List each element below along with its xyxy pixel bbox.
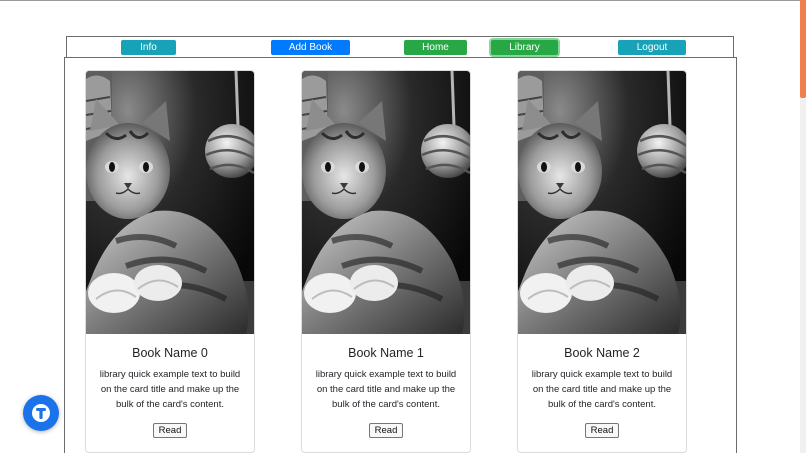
book-card: Book Name 1 library quick example text t… (301, 70, 471, 453)
read-button[interactable]: Read (153, 423, 187, 438)
book-cover-image (302, 71, 470, 334)
library-button[interactable]: Library (491, 40, 558, 55)
assistant-fab-button[interactable] (23, 395, 59, 431)
book-title: Book Name 2 (564, 346, 640, 360)
book-cover-image (86, 71, 254, 334)
assistant-logo-icon (32, 404, 50, 422)
info-button[interactable]: Info (121, 40, 176, 55)
logout-button[interactable]: Logout (618, 40, 686, 55)
book-title: Book Name 1 (348, 346, 424, 360)
read-button[interactable]: Read (369, 423, 403, 438)
scrollbar-thumb[interactable] (800, 0, 806, 98)
book-card: Book Name 0 library quick example text t… (85, 70, 255, 453)
home-button[interactable]: Home (404, 40, 467, 55)
top-nav-bar: Info Add Book Home Library Logout (66, 36, 734, 58)
book-title: Book Name 0 (132, 346, 208, 360)
top-divider (0, 0, 806, 1)
book-description: library quick example text to build on t… (315, 369, 457, 410)
book-cover-image (518, 71, 686, 334)
book-description: library quick example text to build on t… (531, 369, 673, 410)
book-card: Book Name 2 library quick example text t… (517, 70, 687, 453)
read-button[interactable]: Read (585, 423, 619, 438)
book-description: library quick example text to build on t… (99, 369, 241, 410)
add-book-button[interactable]: Add Book (271, 40, 350, 55)
